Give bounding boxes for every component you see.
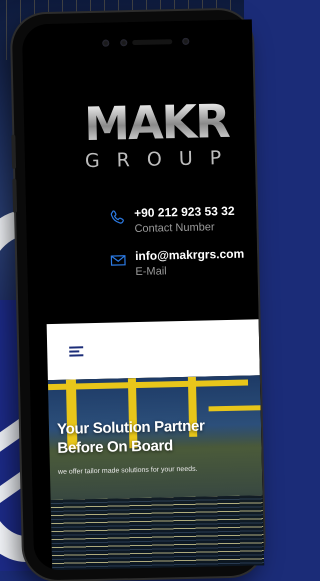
- hero-title: Your Solution Partner Before On Board: [56, 417, 205, 457]
- sensor-icon: [182, 37, 190, 45]
- brand-logo[interactable]: MAKR GROUP: [83, 94, 239, 173]
- camera-icon: [120, 39, 128, 47]
- sensor-icon: [102, 39, 110, 47]
- phone-label: Contact Number: [134, 221, 215, 236]
- hero-banner: Your Solution Partner Before On Board we…: [47, 375, 265, 571]
- hero-subtitle: we offer tailor made solutions for your …: [57, 465, 198, 476]
- phone-volume-button: [11, 134, 17, 169]
- top-nav-bar: [46, 319, 260, 381]
- phone-volume-button: [12, 178, 18, 213]
- phone-screen: MAKR GROUP +90 212 923 53 32 Contact Num…: [21, 19, 265, 571]
- logo-group-text: GROUP: [84, 146, 239, 173]
- email-address: info@makrgrs.com: [134, 246, 245, 264]
- phone-number: +90 212 923 53 32: [133, 203, 235, 221]
- hero-water: [50, 495, 265, 571]
- hamburger-menu-icon[interactable]: [69, 346, 84, 357]
- envelope-icon: [110, 255, 126, 266]
- phone-icon: [110, 210, 124, 224]
- email-label: E-Mail: [135, 265, 167, 279]
- camera-bar: [22, 33, 252, 52]
- logo-mark: MAKR: [83, 94, 235, 151]
- speaker-grille: [132, 39, 173, 46]
- phone-mockup: MAKR GROUP +90 212 923 53 32 Contact Num…: [11, 9, 265, 581]
